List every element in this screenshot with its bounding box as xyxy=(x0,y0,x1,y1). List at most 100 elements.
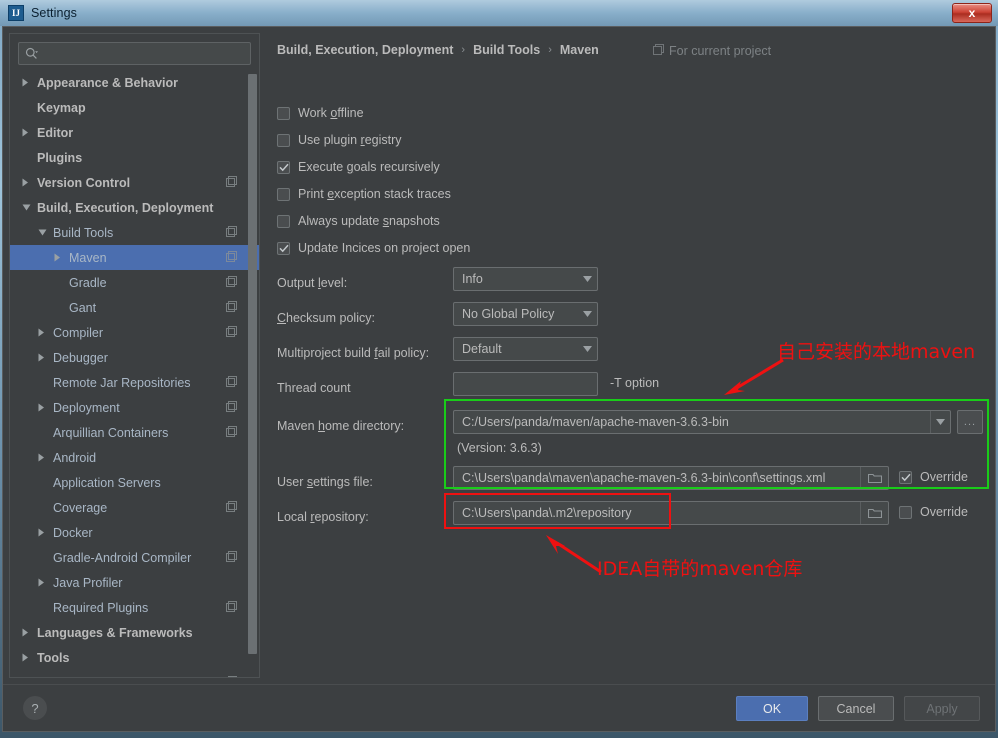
output-level-dropdown[interactable]: Info xyxy=(453,267,598,291)
sidebar-item-debugger[interactable]: Debugger xyxy=(10,345,259,370)
sidebar-item-label: Plugins xyxy=(37,150,83,165)
sidebar-item-application-servers[interactable]: Application Servers xyxy=(10,470,259,495)
chevron-right-icon[interactable] xyxy=(38,453,51,462)
ok-button[interactable]: OK xyxy=(736,696,808,721)
chevron-right-icon[interactable] xyxy=(38,403,51,412)
folder-icon[interactable] xyxy=(860,467,888,489)
sidebar-item-android[interactable]: Android xyxy=(10,445,259,470)
local-repository-input[interactable]: C:\Users\panda\.m2\repository xyxy=(453,501,889,525)
sidebar-item-label: Deployment xyxy=(53,400,120,415)
breadcrumb-separator: › xyxy=(461,44,466,56)
sidebar-item-label: Languages & Frameworks xyxy=(37,625,193,640)
project-scope-icon xyxy=(226,225,237,240)
sidebar-item-gant[interactable]: Gant xyxy=(10,295,259,320)
sidebar-item-label: Gradle xyxy=(69,275,107,290)
chevron-right-icon[interactable] xyxy=(38,328,51,337)
breadcrumb-item-0[interactable]: Build, Execution, Deployment xyxy=(277,43,453,57)
chevron-right-icon[interactable] xyxy=(22,78,35,87)
checkbox-execute-goals-recursively[interactable]: Execute goals recursively xyxy=(277,160,440,174)
chevron-right-icon[interactable] xyxy=(22,653,35,662)
maven-home-row: Maven home directory: xyxy=(277,414,404,438)
checkbox-use-plugin-registry[interactable]: Use plugin registry xyxy=(277,133,402,147)
checkbox-work-offline[interactable]: Work offline xyxy=(277,106,364,120)
sidebar-item-languages-frameworks[interactable]: Languages & Frameworks xyxy=(10,620,259,645)
sidebar-item-gradle-android-compiler[interactable]: Gradle-Android Compiler xyxy=(10,545,259,570)
checkbox-use-plugin-registry-box[interactable] xyxy=(277,133,290,147)
sidebar-scrollbar[interactable] xyxy=(248,72,257,677)
checkbox-always-update-snapshots[interactable]: Always update snapshots xyxy=(277,214,440,228)
checkbox-execute-goals-recursively-box[interactable] xyxy=(277,160,290,174)
chevron-right-icon[interactable] xyxy=(54,253,67,262)
sidebar-item-gradle[interactable]: Gradle xyxy=(10,270,259,295)
sidebar-scrollbar-thumb[interactable] xyxy=(248,74,257,654)
checkbox-print-exception-stack-traces[interactable]: Print exception stack traces xyxy=(277,187,451,201)
chevron-right-icon[interactable] xyxy=(22,628,35,637)
chevron-right-icon[interactable] xyxy=(38,353,51,362)
sidebar-item-label: Coverage xyxy=(53,500,108,515)
user-settings-override-row[interactable]: Override xyxy=(899,470,968,484)
checkbox-always-update-snapshots-box[interactable] xyxy=(277,214,290,228)
checkbox-update-incices-on-project-open-box[interactable] xyxy=(277,241,290,255)
thread-count-label: Thread count xyxy=(277,381,351,395)
sidebar-item-tools[interactable]: Tools xyxy=(10,645,259,670)
local-repository-override-row[interactable]: Override xyxy=(899,505,968,519)
chevron-right-icon[interactable] xyxy=(38,528,51,537)
chevron-right-icon[interactable] xyxy=(22,128,35,137)
thread-count-input[interactable] xyxy=(453,372,598,396)
search-box[interactable] xyxy=(18,42,251,65)
sidebar-item-maven[interactable]: Maven xyxy=(10,245,259,270)
sidebar-item-required-plugins[interactable]: Required Plugins xyxy=(10,595,259,620)
breadcrumb-item-1[interactable]: Build Tools xyxy=(473,43,540,57)
chevron-down-icon xyxy=(577,311,597,317)
sidebar-item-version-control[interactable]: Version Control xyxy=(10,170,259,195)
maven-home-dropdown[interactable]: C:/Users/panda/maven/apache-maven-3.6.3-… xyxy=(453,410,951,434)
sidebar-item-label: Keymap xyxy=(37,100,86,115)
search-input[interactable] xyxy=(38,45,250,62)
help-button[interactable]: ? xyxy=(23,696,47,720)
chevron-right-icon[interactable] xyxy=(22,178,35,187)
cancel-button[interactable]: Cancel xyxy=(818,696,894,721)
close-icon[interactable]: x xyxy=(952,3,992,23)
chevron-down-icon[interactable] xyxy=(22,204,35,211)
multiproject-fail-policy-label: Multiproject build fail policy: xyxy=(277,346,430,360)
checksum-policy-dropdown[interactable]: No Global Policy xyxy=(453,302,598,326)
project-scope-icon xyxy=(226,400,237,415)
checkbox-update-incices-on-project-open[interactable]: Update Incices on project open xyxy=(277,241,470,255)
project-scope-icon xyxy=(226,300,237,315)
multiproject-fail-policy-dropdown[interactable]: Default xyxy=(453,337,598,361)
local-repository-override-checkbox[interactable] xyxy=(899,505,912,519)
sidebar-item-appearance-behavior[interactable]: Appearance & Behavior xyxy=(10,70,259,95)
project-scope-icon xyxy=(226,175,237,190)
sidebar-item-lombok-plugin[interactable]: Lombok plugin xyxy=(10,670,259,677)
chevron-down-icon xyxy=(577,346,597,352)
checkbox-print-exception-stack-traces-box[interactable] xyxy=(277,187,290,201)
sidebar-item-coverage[interactable]: Coverage xyxy=(10,495,259,520)
sidebar-item-editor[interactable]: Editor xyxy=(10,120,259,145)
checkbox-work-offline-label: Work offline xyxy=(298,106,364,120)
sidebar-item-keymap[interactable]: Keymap xyxy=(10,95,259,120)
sidebar-item-deployment[interactable]: Deployment xyxy=(10,395,259,420)
sidebar-item-label: Java Profiler xyxy=(53,575,123,590)
annotation-local-maven: 自己安装的本地maven xyxy=(777,341,976,363)
sidebar-item-docker[interactable]: Docker xyxy=(10,520,259,545)
checkbox-work-offline-box[interactable] xyxy=(277,106,290,120)
sidebar-item-arquillian-containers[interactable]: Arquillian Containers xyxy=(10,420,259,445)
user-settings-file-input[interactable]: C:\Users\panda\maven\apache-maven-3.6.3-… xyxy=(453,466,889,490)
window-titlebar: IJ Settings x xyxy=(0,0,998,26)
folder-icon[interactable] xyxy=(860,502,888,524)
sidebar-item-build-execution-deployment[interactable]: Build, Execution, Deployment xyxy=(10,195,259,220)
maven-home-browse-button[interactable]: ... xyxy=(957,410,983,434)
sidebar-item-java-profiler[interactable]: Java Profiler xyxy=(10,570,259,595)
project-scope-icon xyxy=(226,675,237,677)
sidebar-item-remote-jar-repositories[interactable]: Remote Jar Repositories xyxy=(10,370,259,395)
dialog-button-bar: ? OK Cancel Apply xyxy=(3,684,995,731)
sidebar-item-label: Remote Jar Repositories xyxy=(53,375,191,390)
project-scope-icon xyxy=(226,425,237,440)
sidebar-item-compiler[interactable]: Compiler xyxy=(10,320,259,345)
chevron-down-icon[interactable] xyxy=(38,229,51,236)
chevron-right-icon[interactable] xyxy=(38,578,51,587)
apply-button: Apply xyxy=(904,696,980,721)
sidebar-item-plugins[interactable]: Plugins xyxy=(10,145,259,170)
sidebar-item-build-tools[interactable]: Build Tools xyxy=(10,220,259,245)
user-settings-override-checkbox[interactable] xyxy=(899,470,912,484)
